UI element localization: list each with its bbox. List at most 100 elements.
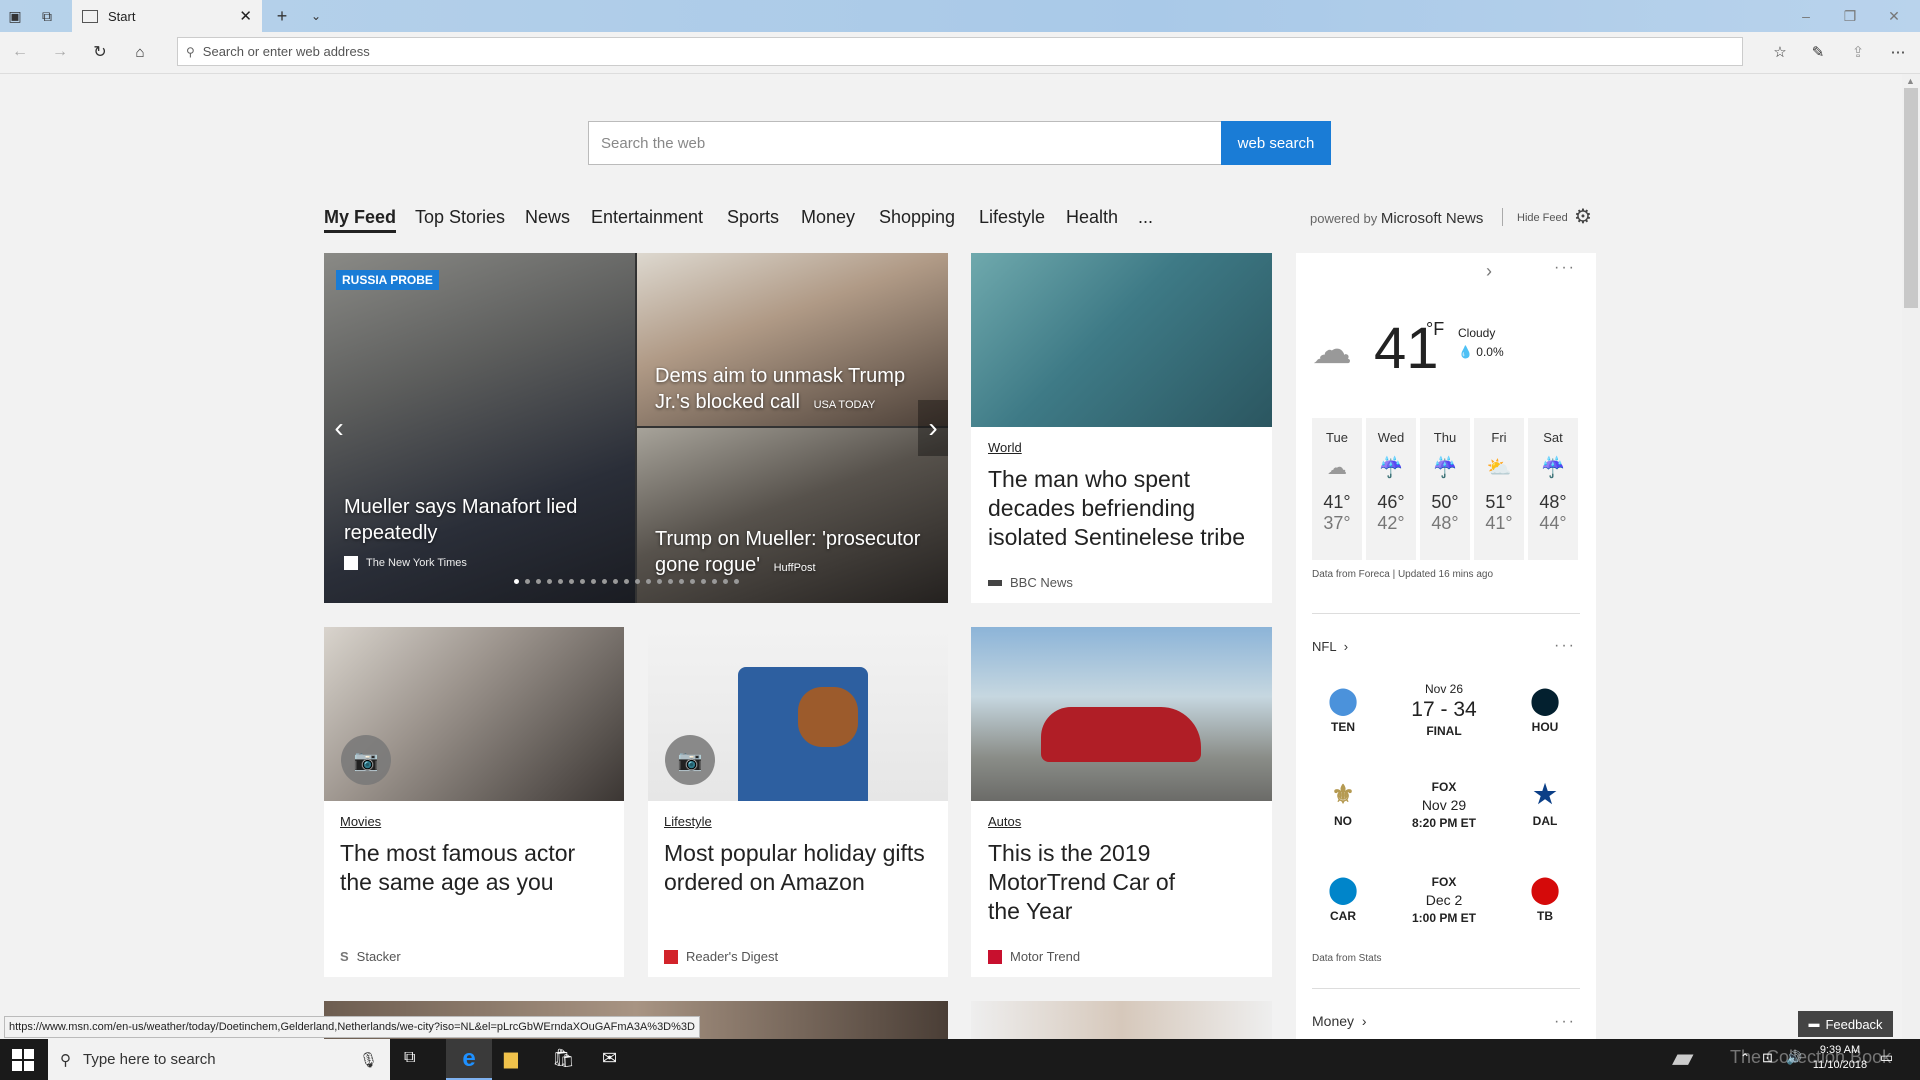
close-tab-icon[interactable]: ✕ <box>239 7 252 25</box>
news-card-autos[interactable]: Autos This is the 2019 MotorTrend Car of… <box>971 627 1272 977</box>
tab-health[interactable]: Health <box>1066 207 1118 228</box>
web-search-input[interactable]: Search the web <box>588 121 1222 165</box>
news-card-movies[interactable]: 📷 Movies The most famous actor the same … <box>324 627 624 977</box>
hero-carousel[interactable]: RUSSIA PROBE Mueller says Manafort lied … <box>324 253 948 603</box>
more-tabs[interactable]: ... <box>1138 207 1153 228</box>
carousel-dot[interactable] <box>734 579 739 584</box>
settings-more-icon[interactable]: ⋯ <box>1888 42 1908 62</box>
card-category[interactable]: World <box>988 440 1022 455</box>
scrollbar[interactable]: ▲ <box>1902 74 1920 1039</box>
minimize-icon[interactable]: – <box>1796 6 1816 26</box>
carousel-dot[interactable] <box>679 579 684 584</box>
feedback-button[interactable]: ▬ Feedback <box>1798 1011 1893 1037</box>
tab-actions-icon[interactable]: ▣ <box>6 8 24 24</box>
weather-footer[interactable]: Data from Foreca | Updated 16 mins ago <box>1312 569 1493 580</box>
nfl-title[interactable]: NFL › <box>1312 639 1348 654</box>
carousel-dot[interactable] <box>613 579 618 584</box>
close-window-icon[interactable]: ✕ <box>1884 6 1904 26</box>
card-category[interactable]: Autos <box>988 814 1021 829</box>
news-card-world[interactable]: World The man who spent decades befriend… <box>971 253 1272 603</box>
card-headline[interactable]: The most famous actor the same age as yo… <box>340 839 610 897</box>
favorites-icon[interactable]: ☆ <box>1770 42 1790 62</box>
carousel-dot[interactable] <box>558 579 563 584</box>
carousel-dot[interactable] <box>514 579 519 584</box>
carousel-dot[interactable] <box>536 579 541 584</box>
forecast-day[interactable]: Tue ☁ 41° 37° <box>1312 418 1362 560</box>
tab-sports[interactable]: Sports <box>727 207 779 228</box>
windows-start-icon[interactable] <box>12 1049 34 1071</box>
carousel-dots[interactable] <box>514 579 774 587</box>
nfl-more-icon[interactable]: ··· <box>1554 637 1576 655</box>
back-icon[interactable]: ← <box>10 42 30 62</box>
new-tab-icon[interactable]: + <box>272 6 292 26</box>
carousel-dot[interactable] <box>635 579 640 584</box>
hero-top-headline[interactable]: Dems aim to unmask Trump Jr.'s blocked c… <box>655 363 925 418</box>
store-icon[interactable]: 🛍 <box>552 1048 575 1070</box>
nfl-team-home[interactable]: ⬤ TEN <box>1318 685 1368 734</box>
forecast-day[interactable]: Fri ⛅ 51° 41° <box>1474 418 1524 560</box>
show-hidden-icons-icon[interactable]: ⌃ <box>1740 1051 1750 1065</box>
hero-bottom-headline[interactable]: Trump on Mueller: 'prosecutor gone rogue… <box>655 526 925 581</box>
carousel-dot[interactable] <box>646 579 651 584</box>
tab-my-feed[interactable]: My Feed <box>324 207 397 233</box>
carousel-dot[interactable] <box>602 579 607 584</box>
carousel-dot[interactable] <box>712 579 717 584</box>
forecast-day[interactable]: Wed ☔ 46° 42° <box>1366 418 1416 560</box>
tab-preview-chevron-icon[interactable]: ⌄ <box>306 6 326 26</box>
weather-more-icon[interactable]: ··· <box>1554 259 1576 277</box>
powered-brand[interactable]: Microsoft News <box>1381 210 1484 227</box>
news-card-lifestyle[interactable]: 📷 Lifestyle Most popular holiday gifts o… <box>648 627 948 977</box>
hide-feed-link[interactable]: Hide Feed <box>1517 212 1568 224</box>
carousel-next-icon[interactable]: › <box>918 400 948 456</box>
notification-icon[interactable]: ▭ <box>1880 1049 1893 1066</box>
scroll-up-icon[interactable]: ▲ <box>1906 76 1915 86</box>
carousel-dot[interactable] <box>624 579 629 584</box>
task-view-icon[interactable]: ⧉ <box>404 1049 426 1069</box>
card-headline[interactable]: The man who spent decades befriending is… <box>988 465 1258 552</box>
nfl-team-away[interactable]: ⬤ TB <box>1520 874 1570 923</box>
tab-news[interactable]: News <box>525 207 570 228</box>
carousel-prev-icon[interactable]: ‹ <box>324 400 354 456</box>
gear-icon[interactable]: ⚙ <box>1574 204 1592 229</box>
card-headline[interactable]: This is the 2019 MotorTrend Car of the Y… <box>988 839 1208 926</box>
address-bar[interactable]: ⚲ Search or enter web address <box>177 37 1743 66</box>
tab-lifestyle[interactable]: Lifestyle <box>979 207 1045 228</box>
tab-start[interactable]: Start ✕ <box>72 0 262 32</box>
volume-icon[interactable]: 🔊 <box>1786 1050 1802 1066</box>
carousel-dot[interactable] <box>569 579 574 584</box>
maximize-icon[interactable]: ❐ <box>1840 6 1860 26</box>
carousel-dot[interactable] <box>547 579 552 584</box>
category-badge[interactable]: RUSSIA PROBE <box>336 270 439 290</box>
pen-icon[interactable]: ✎ <box>1808 42 1828 62</box>
carousel-dot[interactable] <box>701 579 706 584</box>
carousel-dot[interactable] <box>657 579 662 584</box>
carousel-dot[interactable] <box>580 579 585 584</box>
nfl-game-info[interactable]: Nov 26 17 - 34 FINAL <box>1394 682 1494 738</box>
file-explorer-icon[interactable]: ▆ <box>504 1048 526 1070</box>
tab-top-stories[interactable]: Top Stories <box>415 207 505 228</box>
carousel-dot[interactable] <box>525 579 530 584</box>
card-category[interactable]: Movies <box>340 814 381 829</box>
scrollbar-thumb[interactable] <box>1904 88 1918 308</box>
nfl-team-away[interactable]: ⬤ HOU <box>1520 685 1570 734</box>
network-icon[interactable]: ⊡ <box>1762 1050 1773 1066</box>
news-card-partial[interactable] <box>971 1001 1272 1039</box>
set-aside-tabs-icon[interactable]: ⧉ <box>38 8 56 24</box>
tab-entertainment[interactable]: Entertainment <box>591 207 703 228</box>
nfl-team-away[interactable]: ★ DAL <box>1520 779 1570 828</box>
money-more-icon[interactable]: ··· <box>1554 1013 1576 1031</box>
carousel-dot[interactable] <box>723 579 728 584</box>
taskbar-search-input[interactable]: ⚲ Type here to search 🎙 <box>48 1039 390 1080</box>
tab-shopping[interactable]: Shopping <box>879 207 955 228</box>
nfl-game-info[interactable]: FOX Dec 2 1:00 PM ET <box>1394 875 1494 925</box>
nfl-game-info[interactable]: FOX Nov 29 8:20 PM ET <box>1394 780 1494 830</box>
edge-icon[interactable]: e <box>446 1039 492 1080</box>
forward-icon[interactable]: → <box>50 42 70 62</box>
card-category[interactable]: Lifestyle <box>664 814 712 829</box>
temperature-unit[interactable]: °F <box>1426 319 1444 340</box>
refresh-icon[interactable]: ↻ <box>90 42 110 62</box>
mail-icon[interactable]: ✉ <box>602 1048 624 1070</box>
tab-money[interactable]: Money <box>801 207 855 228</box>
hero-main-headline[interactable]: Mueller says Manafort lied repeatedly <box>344 494 604 546</box>
carousel-dot[interactable] <box>690 579 695 584</box>
